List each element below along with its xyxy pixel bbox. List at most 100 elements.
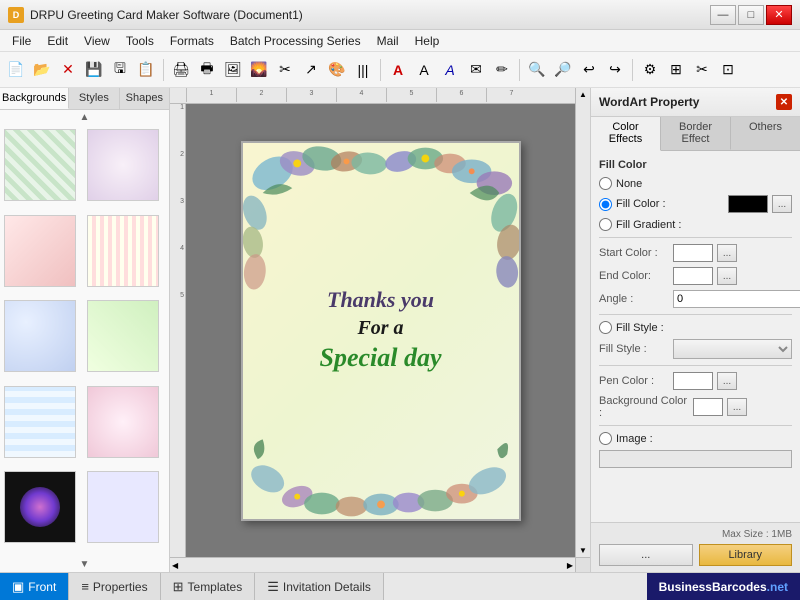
- tb-redo[interactable]: ↪: [603, 58, 627, 82]
- canvas-inner[interactable]: Thanks you For a Special day: [186, 104, 575, 557]
- thumbnail-8[interactable]: [87, 386, 159, 458]
- tab-others[interactable]: Others: [731, 117, 800, 150]
- scroll-left-icon[interactable]: ◀: [172, 561, 178, 570]
- bg-color-picker-button[interactable]: ...: [727, 398, 747, 416]
- tb-text2[interactable]: A: [412, 58, 436, 82]
- bottom-tab-invitation[interactable]: ☰ Invitation Details: [255, 573, 384, 600]
- thumbnail-9[interactable]: [4, 471, 76, 543]
- thumbnail-10[interactable]: [87, 471, 159, 543]
- tab-shapes[interactable]: Shapes: [120, 88, 169, 109]
- tb-print2[interactable]: 🖶: [195, 58, 219, 82]
- canvas-scrollbar-horizontal[interactable]: ◀ ▶: [170, 557, 575, 572]
- tb-open[interactable]: 📂: [30, 58, 54, 82]
- menu-help[interactable]: Help: [407, 32, 448, 50]
- tb-wordart[interactable]: A: [438, 58, 462, 82]
- radio-fill-gradient[interactable]: [599, 218, 612, 231]
- tb-email[interactable]: ✉: [464, 58, 488, 82]
- tb-print[interactable]: 🖨: [169, 58, 193, 82]
- close-button[interactable]: ✕: [766, 5, 792, 25]
- thumbnail-7[interactable]: [4, 386, 76, 458]
- pen-color-swatch[interactable]: [673, 372, 713, 390]
- angle-input[interactable]: [673, 290, 800, 308]
- scroll-right-icon[interactable]: ▶: [567, 561, 573, 570]
- ruler-v-tick-2: 2: [180, 151, 185, 158]
- tb-pencil[interactable]: ✏: [490, 58, 514, 82]
- bottom-tab-properties[interactable]: ≡ Properties: [69, 573, 160, 600]
- radio-row-image: Image :: [599, 432, 792, 445]
- start-color-swatch[interactable]: [673, 244, 713, 262]
- thumbnail-grid: [0, 125, 169, 557]
- tab-border-effect[interactable]: Border Effect: [661, 117, 731, 150]
- tb-cut[interactable]: ✂: [273, 58, 297, 82]
- minimize-button[interactable]: —: [710, 5, 736, 25]
- tb-misc1[interactable]: ⚙: [638, 58, 662, 82]
- menu-batch[interactable]: Batch Processing Series: [222, 32, 369, 50]
- image-path-row: [599, 450, 792, 468]
- bg-color-swatch[interactable]: [693, 398, 723, 416]
- tb-arrow[interactable]: ↗: [299, 58, 323, 82]
- ruler-tick-3: 3: [286, 88, 336, 102]
- scroll-down-arrow[interactable]: ▼: [0, 557, 169, 572]
- start-color-picker-button[interactable]: ...: [717, 244, 737, 262]
- fill-color-picker-button[interactable]: ...: [772, 195, 792, 213]
- scroll-down-icon[interactable]: ▼: [579, 546, 587, 555]
- maximize-button[interactable]: □: [738, 5, 764, 25]
- tb-undo[interactable]: ↩: [577, 58, 601, 82]
- footer-dots-button[interactable]: ...: [599, 544, 693, 566]
- tb-misc2[interactable]: ⊞: [664, 58, 688, 82]
- tb-save2[interactable]: 📋: [134, 58, 158, 82]
- end-color-picker-button[interactable]: ...: [717, 267, 737, 285]
- end-color-swatch[interactable]: [673, 267, 713, 285]
- tb-img[interactable]: 🖼: [221, 58, 245, 82]
- tb-save[interactable]: 💾: [82, 58, 106, 82]
- tb-close[interactable]: ✕: [56, 58, 80, 82]
- bottom-tab-front[interactable]: ▣ Front: [0, 573, 69, 600]
- bottom-tab-templates[interactable]: ⊞ Templates: [161, 573, 256, 600]
- thumbnail-5[interactable]: [4, 300, 76, 372]
- fill-style-select[interactable]: [673, 339, 792, 359]
- tb-color[interactable]: 🎨: [325, 58, 349, 82]
- menu-tools[interactable]: Tools: [118, 32, 162, 50]
- tab-styles[interactable]: Styles: [69, 88, 119, 109]
- tab-backgrounds[interactable]: Backgrounds: [0, 88, 69, 109]
- radio-fill-color[interactable]: [599, 198, 612, 211]
- tb-img2[interactable]: 🌄: [247, 58, 271, 82]
- image-path-input[interactable]: [599, 450, 792, 468]
- library-button[interactable]: Library: [699, 544, 793, 566]
- fill-color-swatch[interactable]: [728, 195, 768, 213]
- divider-2: [599, 314, 792, 315]
- tab-color-effects[interactable]: Color Effects: [591, 117, 661, 151]
- canvas-scrollbar-vertical[interactable]: ▲ ▼: [575, 88, 590, 557]
- radio-image[interactable]: [599, 432, 612, 445]
- greeting-card[interactable]: Thanks you For a Special day: [241, 141, 521, 521]
- tb-text[interactable]: A: [386, 58, 410, 82]
- radio-fill-style[interactable]: [599, 321, 612, 334]
- menu-edit[interactable]: Edit: [39, 32, 76, 50]
- property-footer: Max Size : 1MB ... Library: [591, 522, 800, 572]
- thumbnail-3[interactable]: [4, 215, 76, 287]
- menu-bar: File Edit View Tools Formats Batch Proce…: [0, 30, 800, 52]
- menu-file[interactable]: File: [4, 32, 39, 50]
- thumbnail-4[interactable]: [87, 215, 159, 287]
- tb-new[interactable]: 📄: [4, 58, 28, 82]
- pen-color-label: Pen Color :: [599, 375, 669, 387]
- menu-formats[interactable]: Formats: [162, 32, 222, 50]
- pen-color-picker-button[interactable]: ...: [717, 372, 737, 390]
- radio-none[interactable]: [599, 177, 612, 190]
- scroll-up-icon[interactable]: ▲: [579, 90, 587, 99]
- tb-zoom-out[interactable]: 🔎: [551, 58, 575, 82]
- scroll-up-arrow[interactable]: ▲: [0, 110, 169, 125]
- property-tabs: Color Effects Border Effect Others: [591, 117, 800, 151]
- tb-zoom-in[interactable]: 🔍: [525, 58, 549, 82]
- tb-barcode[interactable]: |||: [351, 58, 375, 82]
- tb-misc3[interactable]: ✂: [690, 58, 714, 82]
- panel-close-button[interactable]: ✕: [776, 94, 792, 110]
- footer-buttons: ... Library: [599, 544, 792, 566]
- thumbnail-6[interactable]: [87, 300, 159, 372]
- tb-misc4[interactable]: ⊡: [716, 58, 740, 82]
- menu-mail[interactable]: Mail: [369, 32, 407, 50]
- thumbnail-1[interactable]: [4, 129, 76, 201]
- thumbnail-2[interactable]: [87, 129, 159, 201]
- menu-view[interactable]: View: [76, 32, 118, 50]
- tb-save-as[interactable]: 🖫: [108, 58, 132, 82]
